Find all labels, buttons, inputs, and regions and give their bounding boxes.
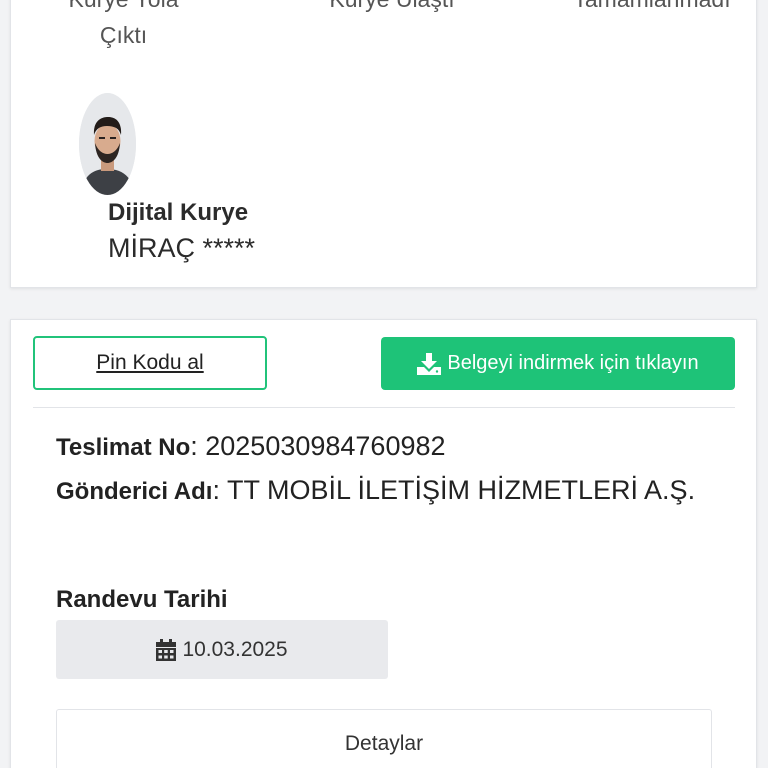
delivery-card: Pin Kodu al Belgeyi indirmek için tıklay… (10, 319, 757, 768)
calendar-icon (156, 638, 177, 661)
sender-name-value: : TT MOBİL İLETİŞİM HİZMETLERİ A.Ş. (212, 475, 696, 505)
step-label: Kurye Ulaştı (307, 0, 477, 17)
tracking-card: Kurye Yola Çıktı Kurye Ulaştı Tamamlanma… (10, 0, 757, 288)
step-label: Tamamlanmadı (547, 0, 757, 17)
courier-name: MİRAÇ ***** (108, 233, 256, 263)
step-courier-arrived: Kurye Ulaştı (307, 0, 477, 17)
sender-name: Gönderici Adı: TT MOBİL İLETİŞİM HİZMETL… (56, 468, 696, 514)
appointment-date-field[interactable]: 10.03.2025 (56, 620, 388, 679)
step-not-completed: Tamamlanmadı (547, 0, 757, 17)
courier-avatar (79, 93, 136, 195)
appointment-date-value: 10.03.2025 (182, 637, 288, 661)
details-label: Detaylar (344, 732, 424, 755)
page: Kurye Yola Çıktı Kurye Ulaştı Tamamlanma… (0, 0, 768, 768)
person-photo-icon (79, 93, 136, 195)
step-courier-departed: Kurye Yola Çıktı (51, 0, 196, 53)
divider (33, 407, 735, 408)
appointment-date-label: Randevu Tarihi (56, 586, 228, 613)
sender-name-label: Gönderici Adı (56, 478, 213, 505)
delivery-number-value: : 2025030984760982 (190, 431, 446, 461)
delivery-number: Teslimat No: 2025030984760982 (56, 424, 696, 470)
step-label: Çıktı (99, 22, 148, 48)
download-document-button[interactable]: Belgeyi indirmek için tıklayın (381, 337, 735, 390)
details-toggle[interactable]: Detaylar (56, 709, 712, 768)
get-pin-code-button[interactable]: Pin Kodu al (33, 336, 267, 390)
download-label: Belgeyi indirmek için tıklayın (447, 352, 699, 374)
delivery-number-label: Teslimat No (56, 434, 191, 461)
step-label: Kurye Yola (51, 0, 196, 17)
courier-type: Dijital Kurye (108, 199, 249, 226)
download-icon (417, 352, 442, 375)
